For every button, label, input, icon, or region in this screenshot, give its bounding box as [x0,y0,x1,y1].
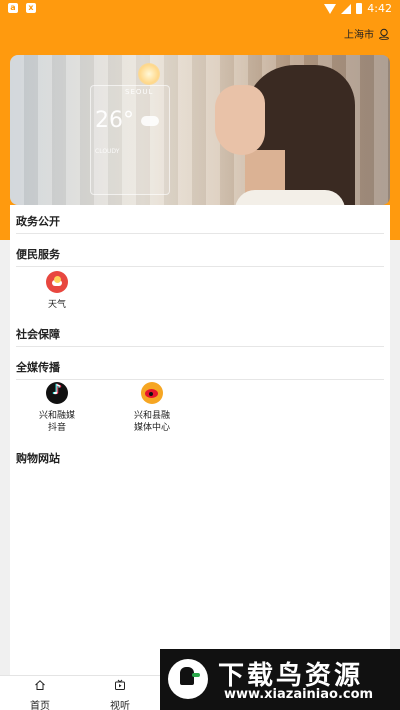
weather-icon [46,271,68,293]
tile-label-line1: 兴和县融 [133,411,170,421]
tab-label: 视听 [110,701,130,710]
app-notification-icon: a [8,3,18,13]
weather-widget-graphic: SEOUL 26° CLOUDY [90,85,170,195]
sun-glow [138,63,160,85]
section-title-social-security[interactable]: 社会保障 [16,326,384,347]
tile-label: 天气 [47,300,66,310]
tab-video[interactable]: 视听 [95,679,145,710]
signal-icon [341,3,352,14]
notification-icons: a x [8,3,36,13]
clock: 4:42 [367,2,392,15]
city-label: 上海市 [344,30,374,41]
banner-photo-subject [205,65,355,205]
section-title-shopping[interactable]: 购物网站 [16,450,384,470]
cloud-icon [141,116,159,126]
section-title-media[interactable]: 全媒传播 [16,359,384,380]
watermark-url: www.xiazainiao.com [224,687,374,702]
main-content: 政务公开 便民服务 天气 社会保障 全媒传播 兴和融媒 抖音 兴和县融 媒体中心… [10,205,390,675]
wifi-icon [324,3,337,14]
battery-icon [356,3,363,14]
tab-label: 首页 [30,701,50,710]
app-notification-icon-2: x [26,3,36,13]
watermark-logo-icon [168,659,208,699]
status-bar: a x 4:42 [0,0,400,18]
banner-image[interactable]: SEOUL 26° CLOUDY [10,55,390,205]
tile-label-line2: 媒体中心 [133,423,170,433]
douyin-icon [46,382,68,404]
watermark-overlay: 下载鸟资源 www.xiazainiao.com [160,649,400,710]
tab-home[interactable]: 首页 [15,679,65,710]
tile-weather[interactable]: 天气 [22,271,92,311]
tile-label-line1: 兴和融媒 [38,411,75,421]
weibo-icon [141,382,163,404]
section-title-gov-open[interactable]: 政务公开 [16,213,384,234]
location-pin-icon [379,28,389,40]
status-right: 4:42 [324,2,392,15]
tile-label-line2: 抖音 [47,423,66,433]
tile-media-center[interactable]: 兴和县融 媒体中心 [117,382,187,434]
section-title-convenience[interactable]: 便民服务 [16,246,384,267]
video-icon [115,679,125,690]
location-selector[interactable]: 上海市 [344,26,390,41]
tile-douyin[interactable]: 兴和融媒 抖音 [22,382,92,434]
home-icon [35,680,45,690]
